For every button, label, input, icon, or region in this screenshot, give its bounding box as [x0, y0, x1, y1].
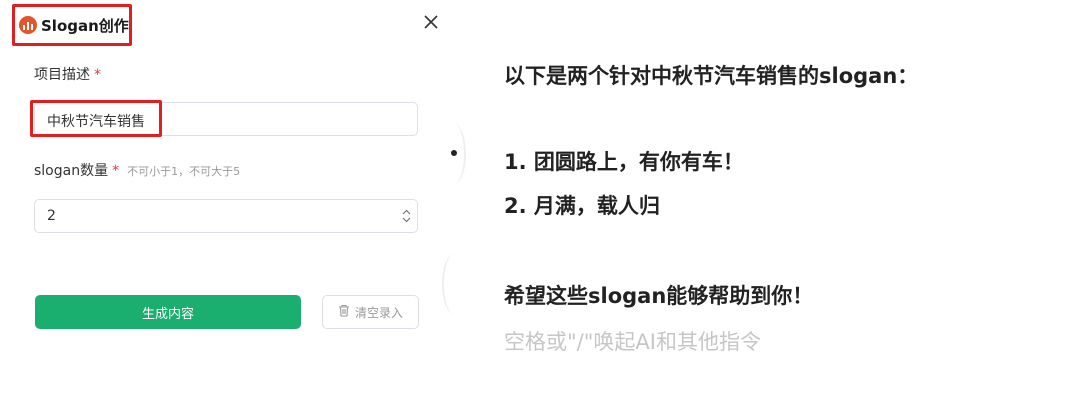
close-icon[interactable]: [424, 15, 438, 29]
app-logo-icon: [19, 16, 37, 34]
chevron-down-icon[interactable]: [402, 217, 411, 223]
project-desc-label-text: 项目描述: [34, 67, 90, 83]
chevron-up-icon[interactable]: [402, 209, 411, 215]
close-button[interactable]: [420, 11, 442, 33]
editor-placeholder[interactable]: 空格或"/"唤起AI和其他指令: [504, 326, 761, 356]
slogan-count-label: slogan数量 * 不可小于1，不可大于5: [34, 160, 240, 180]
output-intro: 以下是两个针对中秋节汽车销售的slogan：: [504, 64, 919, 88]
generate-button[interactable]: 生成内容: [35, 295, 301, 329]
clear-button[interactable]: 清空录入: [322, 295, 419, 329]
slogan-count-hint: 不可小于1，不可大于5: [127, 165, 241, 178]
panel-edge-curve-lower: [442, 254, 466, 314]
slogan-count-label-text: slogan数量: [34, 163, 109, 179]
slogan-count-value: 2: [47, 208, 56, 224]
output-closing: 希望这些slogan能够帮助到你！: [504, 284, 814, 308]
panel-title-highlight: Slogan创作: [12, 4, 132, 46]
collapse-handle[interactable]: [451, 150, 457, 156]
trash-icon: [338, 304, 350, 320]
required-mark: *: [94, 67, 101, 83]
required-mark: *: [112, 163, 120, 179]
project-desc-highlight: [30, 100, 162, 137]
quantity-stepper[interactable]: [395, 200, 417, 232]
panel-title: Slogan创作: [41, 16, 129, 35]
slogan-item: 2. 月满，载人归: [504, 194, 660, 218]
slogan-panel: Slogan创作 项目描述 * 中秋节汽车销售 slogan数量 * 不可小于1，不可…: [0, 0, 460, 393]
slogan-count-input[interactable]: 2: [34, 199, 418, 233]
project-desc-label: 项目描述 *: [34, 64, 101, 84]
slogan-item: 1. 团圆路上，有你有车！: [504, 150, 744, 174]
clear-button-label: 清空录入: [354, 305, 403, 320]
